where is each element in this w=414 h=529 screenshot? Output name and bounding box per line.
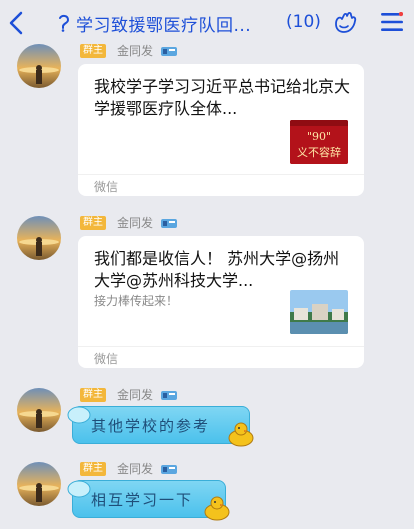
member-level-icon — [161, 47, 177, 56]
duck-sticker-icon — [204, 496, 230, 521]
chat-title-area[interactable]: 学习致援鄂医疗队回... — [56, 11, 252, 36]
pet-hand-icon[interactable] — [332, 10, 358, 36]
sender-name[interactable]: 金同发 — [117, 44, 153, 58]
avatar[interactable] — [17, 388, 61, 432]
back-chevron-icon[interactable] — [6, 10, 26, 36]
sender-name[interactable]: 金同发 — [117, 216, 153, 230]
cloud-deco-icon — [67, 406, 91, 424]
card-title: 我们都是收信人！ 苏州大学@扬州大学@苏州科技大学... — [94, 249, 340, 290]
card-thumbnail — [290, 290, 348, 334]
card-divider — [78, 346, 364, 347]
card-source: 微信 — [94, 352, 119, 366]
thumb-text: "90" — [307, 130, 331, 143]
avatar[interactable] — [17, 44, 61, 88]
member-level-icon — [161, 465, 177, 474]
member-count: (10) — [286, 12, 321, 32]
message-item: 群主 金同发 我们都是收信人！ 苏州大学@扬州大学@苏州科技大学... 接力棒传… — [0, 212, 414, 372]
owner-badge: 群主 — [80, 388, 106, 402]
card-title: 我校学子学习习近平总书记给北京大学援鄂医疗队全体... — [94, 77, 351, 118]
text-bubble[interactable]: 相互学习一下 — [67, 480, 230, 521]
sender-name[interactable]: 金同发 — [117, 462, 153, 476]
message-item: 群主 金同发 相互学习一下 — [0, 458, 414, 529]
chat-group-icon — [59, 14, 70, 32]
avatar[interactable] — [17, 216, 61, 260]
thumb-text-2: 义不容辞 — [297, 145, 341, 159]
card-source: 微信 — [94, 180, 119, 194]
owner-badge: 群主 — [80, 462, 106, 476]
article-card[interactable]: 我校学子学习习近平总书记给北京大学援鄂医疗队全体... "90" 义不容辞 微信 — [78, 64, 364, 196]
card-divider — [78, 174, 364, 175]
member-level-icon — [161, 219, 177, 228]
sender-name[interactable]: 金同发 — [117, 388, 153, 402]
message-item: 群主 金同发 其他学校的参考 — [0, 384, 414, 448]
avatar[interactable] — [17, 462, 61, 506]
member-level-icon — [161, 391, 177, 400]
text-bubble[interactable]: 其他学校的参考 — [67, 406, 254, 447]
chat-title: 学习致援鄂医疗队回... — [76, 15, 252, 36]
card-subtitle: 接力棒传起来！ — [94, 294, 179, 308]
article-card[interactable]: 我们都是收信人！ 苏州大学@扬州大学@苏州科技大学... 接力棒传起来！ 微信 — [78, 236, 364, 368]
owner-badge: 群主 — [80, 216, 106, 230]
menu-icon[interactable] — [381, 12, 403, 32]
cloud-deco-icon — [67, 480, 91, 498]
message-item: 群主 金同发 我校学子学习习近平总书记给北京大学援鄂医疗队全体... "90" … — [0, 40, 414, 200]
message-text: 其他学校的参考 — [91, 417, 211, 435]
message-text: 相互学习一下 — [91, 491, 194, 509]
owner-badge: 群主 — [80, 44, 106, 58]
duck-sticker-icon — [228, 422, 254, 447]
card-thumbnail: "90" 义不容辞 — [290, 120, 348, 164]
